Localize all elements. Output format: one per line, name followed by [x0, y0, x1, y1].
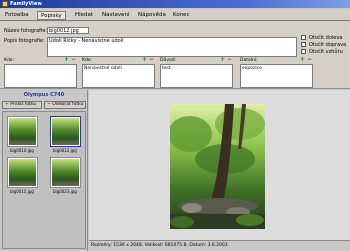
- window-title: FamilyView: [10, 1, 42, 7]
- thumbnail-selected[interactable]: [50, 116, 81, 147]
- where-label: Kde:: [82, 58, 93, 63]
- thumbnail-caption: big0023.jpg: [53, 189, 77, 194]
- forest-photo: [170, 104, 265, 229]
- where-list[interactable]: Nenávistné údolí: [82, 64, 155, 88]
- add-photo-button[interactable]: + Přidat fotku: [2, 101, 42, 109]
- album-panel: Olympus C740 + Přidat fotku − Odebrat fo…: [0, 90, 88, 251]
- thumbnail-image: [52, 159, 79, 186]
- rotate-up-checkbox[interactable]: [301, 49, 306, 54]
- camera-title: Olympus C740: [23, 92, 65, 98]
- menu-bar: Fotoalba Popisky Hledat Nastavení Nápově…: [0, 9, 350, 21]
- menu-fotoalba[interactable]: Fotoalba: [2, 11, 32, 20]
- rotate-left-label: Otočit doleva: [309, 35, 343, 41]
- thumbnail[interactable]: [7, 116, 38, 147]
- detail-add-button[interactable]: +: [300, 57, 305, 63]
- thumbnail-image: [9, 118, 36, 145]
- who-remove-button[interactable]: −: [71, 57, 76, 63]
- filename-field[interactable]: big0012.jpg: [47, 27, 89, 34]
- photo-details-form: Název fotografie: big0012.jpg Popis foto…: [0, 22, 350, 89]
- thumbnail[interactable]: [50, 157, 81, 188]
- who-add-button[interactable]: +: [64, 57, 69, 63]
- list-item[interactable]: test: [162, 66, 231, 71]
- reason-label: Důvod:: [160, 58, 177, 63]
- filename-label: Název fotografie:: [4, 28, 48, 34]
- who-list[interactable]: [4, 64, 77, 88]
- where-add-button[interactable]: +: [142, 57, 147, 63]
- photo-viewer[interactable]: [89, 90, 350, 240]
- remove-photo-button[interactable]: − Odebrat fotku: [44, 101, 86, 109]
- menu-napoveda[interactable]: Nápověda: [135, 11, 169, 20]
- plus-icon: +: [5, 102, 9, 107]
- menu-nastaveni[interactable]: Nastavení: [99, 11, 133, 20]
- reason-remove-button[interactable]: −: [227, 57, 232, 63]
- description-field[interactable]: Údolí Říčky - Nenávistné údolí: [47, 37, 297, 57]
- rotate-right-checkbox[interactable]: [301, 42, 306, 47]
- reason-add-button[interactable]: +: [220, 57, 225, 63]
- title-bar: FamilyView: [0, 0, 350, 8]
- reason-list[interactable]: test: [160, 64, 233, 88]
- thumbnail-caption: big0012.jpg: [53, 148, 77, 153]
- thumbnail-caption: big0010.jpg: [10, 148, 34, 153]
- photo-preview: [170, 104, 265, 229]
- who-label: Kdo:: [4, 58, 15, 63]
- menu-konec[interactable]: Konec: [170, 11, 193, 20]
- where-remove-button[interactable]: −: [149, 57, 154, 63]
- remove-photo-label: Odebrat fotku: [52, 102, 84, 107]
- list-item[interactable]: Nenávistné údolí: [84, 66, 153, 71]
- minus-icon: −: [47, 102, 51, 107]
- status-bar: Rozměry: 1536 x 2048, Velikost: 681075 B…: [89, 240, 350, 251]
- detail-remove-button[interactable]: −: [307, 57, 312, 63]
- menu-hledat[interactable]: Hledat: [72, 11, 96, 20]
- app-icon: [2, 1, 8, 7]
- rotate-up-label: Otočit vzhůru: [309, 49, 343, 55]
- thumbnail-image: [9, 159, 36, 186]
- detail-list[interactable]: expozice: [240, 64, 313, 88]
- thumbnail[interactable]: [7, 157, 38, 188]
- detail-label: Datalní:: [240, 58, 258, 63]
- thumbnail-caption: big0015.jpg: [10, 189, 34, 194]
- thumbnail-grid[interactable]: big0010.jpg big0012.jpg big0015.jpg big0…: [2, 111, 86, 249]
- description-label: Popis fotografie:: [4, 38, 45, 44]
- thumbnail-image: [52, 118, 79, 145]
- rotate-left-checkbox[interactable]: [301, 35, 306, 40]
- menu-popisky[interactable]: Popisky: [37, 11, 66, 20]
- list-item[interactable]: expozice: [242, 66, 311, 71]
- rotate-right-label: Otočit doprava: [309, 42, 347, 48]
- add-photo-label: Přidat fotku: [10, 102, 37, 107]
